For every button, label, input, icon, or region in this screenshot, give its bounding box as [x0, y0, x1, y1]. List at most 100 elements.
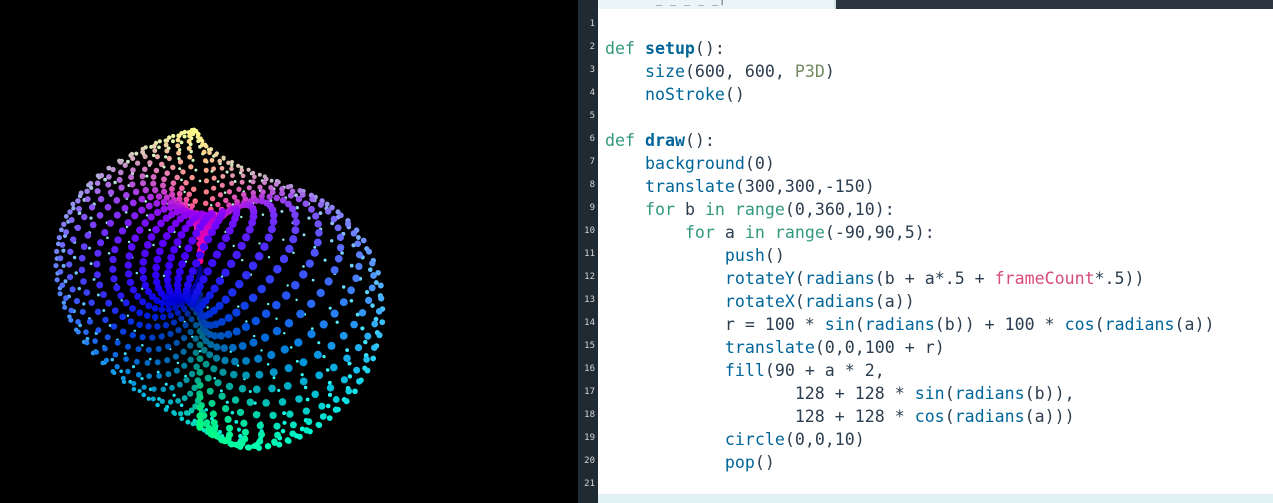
sketch-dot	[81, 213, 88, 221]
sketch-dot	[157, 139, 162, 144]
code-token: (a))	[1174, 315, 1215, 334]
sketch-dot	[347, 374, 353, 379]
line-number: 17	[584, 387, 595, 397]
sketch-dot	[355, 235, 361, 240]
sketch-dot	[340, 251, 344, 255]
sketch-dot	[155, 193, 163, 200]
sketch-dot	[162, 232, 171, 240]
sketch-dot	[248, 293, 258, 303]
sketch-dot	[54, 248, 60, 255]
code-line[interactable]: def setup():	[605, 37, 725, 60]
line-number: 12	[584, 272, 595, 282]
sketch-dot	[245, 444, 253, 451]
code-line[interactable]: fill(90 + a * 2,	[605, 359, 885, 382]
sketch-dot	[124, 261, 133, 269]
code-token: (b)),	[1024, 384, 1075, 403]
sketch-dot	[371, 344, 378, 351]
sketch-dot	[228, 288, 237, 297]
code-token: circle	[724, 430, 785, 449]
sketch-dot	[217, 242, 226, 251]
sketch-dot	[224, 415, 232, 424]
sketch-dot	[188, 316, 195, 323]
sketch-dot	[164, 138, 170, 143]
sketch-dot	[155, 247, 164, 256]
sketch-dot	[74, 224, 82, 231]
sketch-dot	[240, 215, 243, 219]
code-line[interactable]: circle(0,0,10)	[605, 428, 865, 451]
sketch-dot	[340, 376, 348, 384]
sketch-dot	[178, 315, 185, 322]
code-line[interactable]: translate(300,300,-150)	[605, 175, 875, 198]
sketch-dot	[104, 203, 112, 211]
sketch-dot	[143, 312, 151, 320]
sketch-dot	[246, 185, 252, 191]
code-line[interactable]: 128 + 128 * sin(radians(b)),	[605, 382, 1075, 405]
sketch-dot	[330, 215, 338, 223]
sketch-dot	[229, 166, 234, 172]
sketch-dot	[180, 348, 187, 355]
sketch-dot	[363, 356, 370, 363]
sketch-dot	[196, 341, 204, 349]
sketch-dot	[324, 208, 332, 215]
sketch-dot	[217, 331, 225, 340]
code-line[interactable]: rotateY(radians(b + a*.5 + frameCount*.5…	[605, 267, 1145, 290]
code-line[interactable]: for a in range(-90,90,5):	[605, 221, 935, 244]
code-token: (b)) + 100 *	[934, 315, 1065, 334]
sketch-dot	[176, 190, 183, 197]
code-token: ()	[764, 246, 785, 265]
code-token: (	[794, 292, 805, 311]
code-line[interactable]: size(600, 600, P3D)	[605, 60, 835, 83]
code-line[interactable]: 128 + 128 * cos(radians(a)))	[605, 405, 1075, 428]
code-line[interactable]: push()	[605, 244, 785, 267]
sketch-dot	[153, 199, 161, 207]
sketch-dot	[136, 226, 144, 234]
sketch-dot	[267, 256, 271, 259]
sketch-dot	[147, 193, 154, 201]
editor-status-strip	[598, 494, 1273, 503]
code-editor[interactable]: def setup(): size(600, 600, P3D) noStrok…	[598, 9, 1273, 494]
sketch-dot	[248, 390, 252, 393]
code-line[interactable]: noStroke()	[605, 83, 745, 106]
sketch-dot	[272, 376, 276, 380]
line-number: 10	[584, 226, 595, 236]
code-token: setup	[644, 39, 695, 58]
sketch-dot	[153, 167, 160, 174]
line-number: 3	[589, 65, 595, 75]
sketch-dot	[250, 170, 256, 176]
sketch-dot	[371, 320, 379, 328]
sketch-dot	[106, 174, 112, 180]
code-line[interactable]: background(0)	[605, 152, 775, 175]
tab-bar: _ _ _ _ _|	[598, 0, 1273, 9]
code-line[interactable]: def draw():	[605, 129, 715, 152]
sketch-dot	[160, 205, 168, 213]
sketch-dot	[173, 238, 182, 247]
sketch-dot	[214, 379, 222, 387]
sketch-dot	[160, 188, 168, 195]
sketch-dot	[172, 353, 179, 360]
sketch-dot	[220, 173, 226, 179]
sketch-dot	[350, 320, 358, 329]
sketch-dot	[217, 317, 226, 326]
sketch-dot	[164, 382, 168, 386]
sketch-dot	[219, 389, 223, 393]
sketch-dot	[154, 323, 161, 330]
code-line[interactable]: for b in range(0,360,10):	[605, 198, 895, 221]
sketch-dot	[203, 420, 210, 428]
tab-sketch[interactable]: _ _ _ _ _|	[598, 0, 836, 9]
sketch-dot	[215, 301, 224, 310]
sketch-dot	[145, 174, 149, 178]
code-line[interactable]: pop()	[605, 451, 775, 474]
sketch-dot	[183, 180, 189, 186]
sketch-dot	[163, 276, 172, 284]
code-line[interactable]: translate(0,0,100 + r)	[605, 336, 945, 359]
sketch-dot	[289, 346, 293, 349]
sketch-dot	[241, 435, 249, 443]
code-line[interactable]: rotateX(radians(a))	[605, 290, 915, 313]
sketch-dot	[273, 422, 281, 430]
code-line[interactable]: r = 100 * sin(radians(b)) + 100 * cos(ra…	[605, 313, 1215, 336]
sketch-dot	[157, 219, 165, 228]
sketch-dot	[126, 159, 130, 164]
sketch-dot	[336, 243, 345, 252]
